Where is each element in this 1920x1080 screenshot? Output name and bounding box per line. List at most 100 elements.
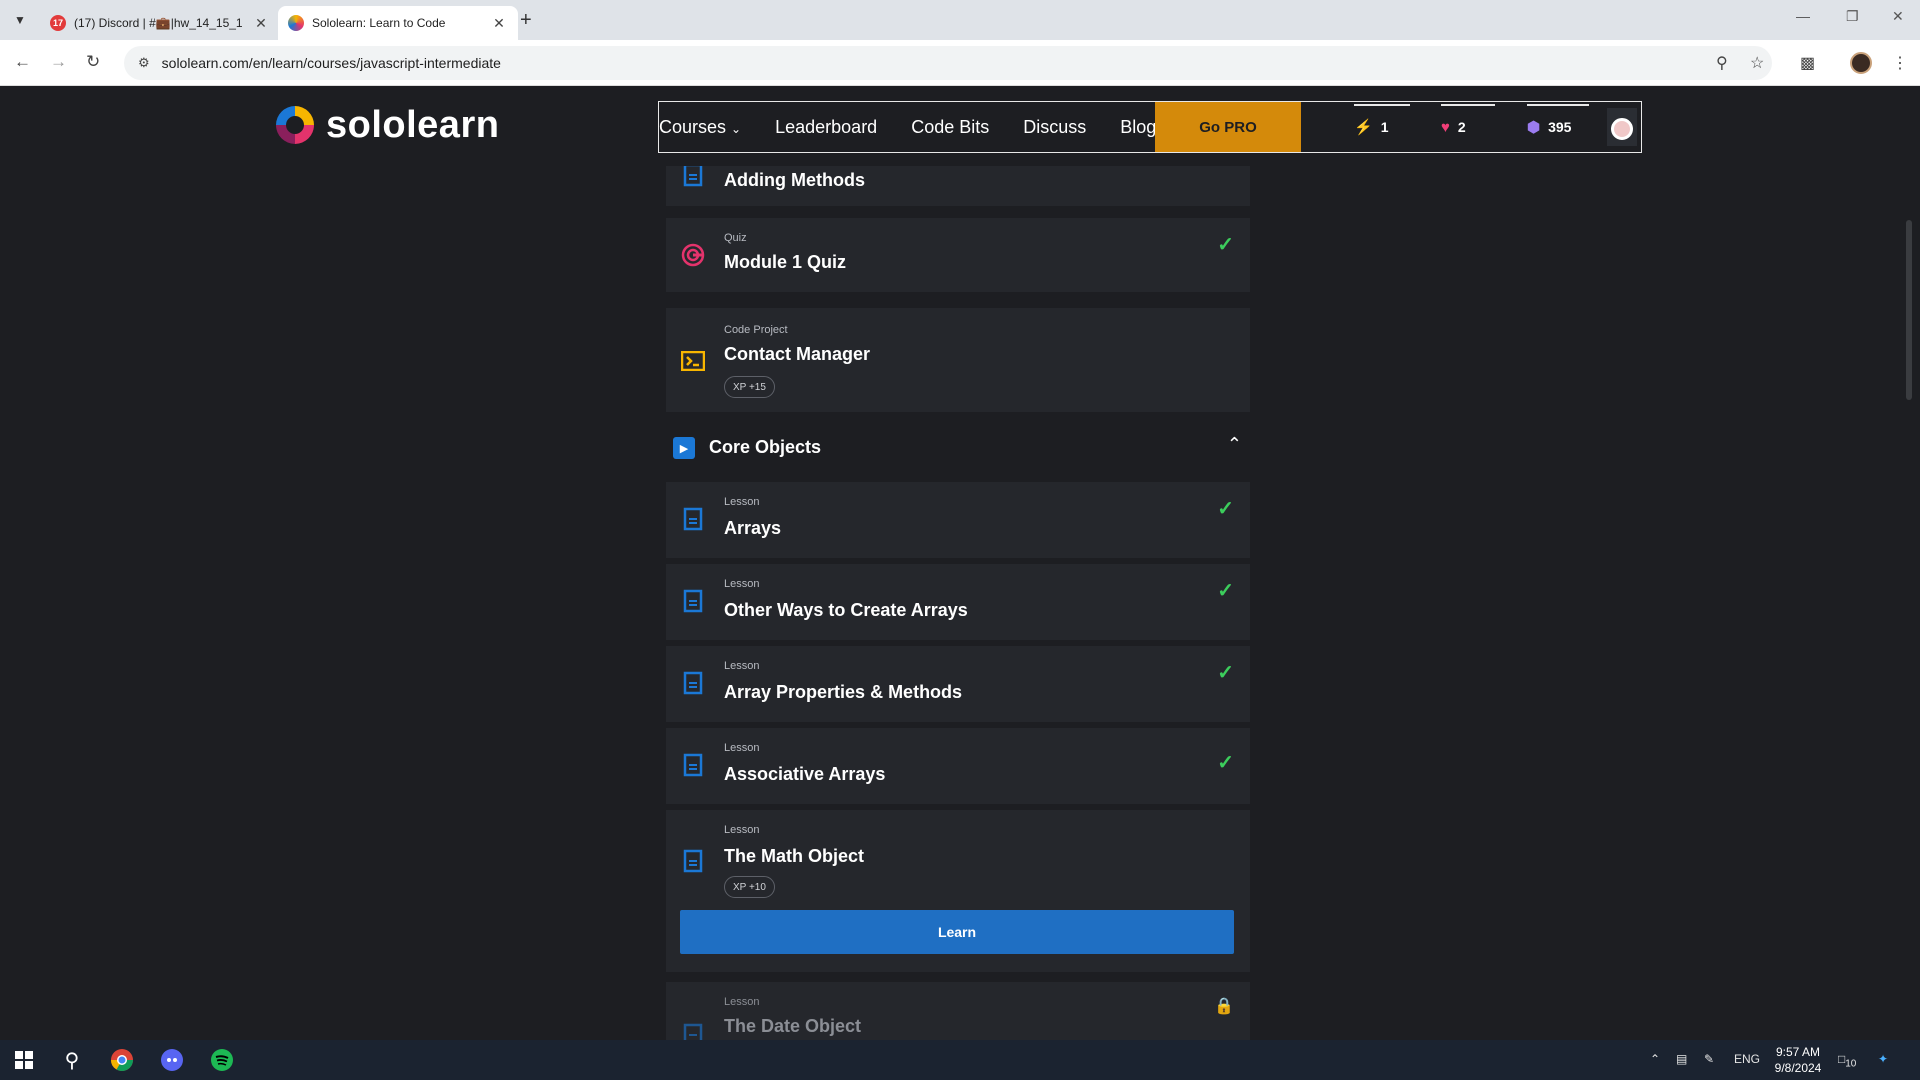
hearts-counter[interactable]: ♥ 2	[1441, 102, 1495, 152]
browser-tabstrip: ▼ 17 (17) Discord | #💼|hw_14_15_1 ✕ Solo…	[0, 0, 1920, 40]
chrome-icon[interactable]	[108, 1046, 136, 1074]
lesson-card-associative-arrays[interactable]: Lesson Associative Arrays ✓	[666, 728, 1250, 804]
completed-check-icon: ✓	[1217, 234, 1234, 256]
sololearn-logo[interactable]: sololearn	[272, 102, 499, 148]
lesson-name: The Date Object	[724, 1016, 862, 1036]
lesson-card-adding-methods[interactable]: Adding Methods	[666, 166, 1250, 206]
pen-icon[interactable]: ✎	[1704, 1052, 1714, 1066]
lesson-name: The Math Object	[724, 846, 865, 866]
url-text: sololearn.com/en/learn/courses/javascrip…	[161, 55, 501, 71]
clock[interactable]: 9:57 AM 9/8/2024	[1768, 1044, 1828, 1076]
back-arrow-icon[interactable]: ←	[14, 52, 31, 72]
search-icon[interactable]: ⚲	[58, 1046, 86, 1074]
clock-date: 9/8/2024	[1774, 1061, 1822, 1075]
restore-icon[interactable]: ❐	[1846, 8, 1859, 25]
lesson-doc-icon	[680, 848, 706, 874]
extensions-puzzle-icon[interactable]: ▩	[1800, 53, 1815, 73]
language-indicator[interactable]: ENG	[1734, 1052, 1760, 1066]
nav-discuss[interactable]: Discuss	[1023, 117, 1086, 138]
completed-check-icon: ✓	[1217, 662, 1234, 684]
lesson-card-array-properties[interactable]: Lesson Array Properties & Methods ✓	[666, 646, 1250, 722]
tray-chevron-icon[interactable]: ⌃	[1650, 1052, 1660, 1066]
gems-counter[interactable]: ⬢ 395	[1527, 102, 1589, 152]
lesson-card-date-object[interactable]: Lesson The Date Object 🔒	[666, 982, 1250, 1040]
code-project-card[interactable]: Code Project Contact Manager XP +15	[666, 308, 1250, 412]
tab-discord[interactable]: 17 (17) Discord | #💼|hw_14_15_1 ✕	[40, 6, 280, 40]
target-icon	[680, 242, 706, 268]
zoom-icon[interactable]: ⚲	[1716, 53, 1728, 73]
heart-icon: ♥	[1441, 118, 1450, 136]
menu-dots-icon[interactable]: ⋮	[1892, 53, 1908, 73]
new-tab-plus-icon[interactable]: +	[520, 9, 532, 32]
completed-check-icon: ✓	[1217, 498, 1234, 520]
forward-arrow-icon[interactable]: →	[50, 52, 67, 72]
lesson-doc-icon	[680, 752, 706, 778]
module-header-core-objects[interactable]: ▶ Core Objects ⌃	[666, 420, 1250, 476]
sololearn-logo-icon	[272, 102, 318, 148]
xp-badge: XP +10	[724, 876, 775, 898]
lesson-doc-icon	[680, 506, 706, 532]
gem-icon: ⬢	[1527, 119, 1541, 136]
lesson-card-math-object[interactable]: Lesson The Math Object XP +10 Learn	[666, 810, 1250, 972]
lesson-name: Other Ways to Create Arrays	[724, 600, 968, 620]
reload-icon[interactable]: ↻	[86, 52, 100, 72]
lock-icon: 🔒	[1214, 998, 1234, 1015]
close-tab-icon[interactable]: ✕	[252, 15, 270, 32]
streak-counter[interactable]: ⚡ 1	[1354, 102, 1410, 152]
terminal-icon	[680, 348, 706, 374]
nav-blog[interactable]: Blog	[1120, 117, 1156, 138]
module-title: Core Objects	[709, 437, 822, 457]
play-icon: ▶	[673, 437, 695, 459]
site-header: sololearn Courses ⌄ Leaderboard Code Bit…	[0, 86, 1920, 166]
lesson-name: Adding Methods	[724, 170, 865, 190]
browser-toolbar: ← → ↻ ⚙ sololearn.com/en/learn/courses/j…	[0, 40, 1920, 86]
go-pro-button[interactable]: Go PRO	[1155, 102, 1301, 152]
tab-search-chevron-icon[interactable]: ▼	[8, 8, 32, 32]
quiz-card[interactable]: Quiz Module 1 Quiz ✓	[666, 218, 1250, 292]
site-info-icon[interactable]: ⚙	[138, 55, 150, 71]
lesson-name: Array Properties & Methods	[724, 682, 963, 702]
learn-button[interactable]: Learn	[680, 910, 1234, 954]
notifications-icon[interactable]: □10	[1838, 1052, 1856, 1069]
network-icon[interactable]: ▤	[1676, 1052, 1687, 1066]
discord-favicon-icon: 17	[50, 15, 66, 31]
lesson-name: Associative Arrays	[724, 764, 886, 784]
user-avatar[interactable]	[1607, 108, 1637, 146]
lesson-doc-icon	[680, 670, 706, 696]
item-type: Lesson	[724, 496, 760, 508]
tab-title: (17) Discord | #💼|hw_14_15_1	[74, 16, 243, 30]
logo-wordmark: sololearn	[326, 103, 500, 146]
item-type: Lesson	[724, 996, 760, 1008]
profile-avatar[interactable]	[1850, 52, 1872, 74]
item-type: Lesson	[724, 578, 760, 590]
windows-start-icon[interactable]	[10, 1046, 38, 1074]
bookmark-star-icon[interactable]: ☆	[1750, 53, 1764, 73]
nav-leaderboard[interactable]: Leaderboard	[775, 117, 877, 138]
item-type: Lesson	[724, 824, 760, 836]
sololearn-favicon-icon	[288, 15, 304, 31]
spotify-icon[interactable]	[208, 1046, 236, 1074]
xp-badge: XP +15	[724, 376, 775, 398]
minimize-icon[interactable]: —	[1796, 8, 1810, 24]
close-tab-icon[interactable]: ✕	[490, 15, 508, 32]
tab-sololearn[interactable]: Sololearn: Learn to Code ✕	[278, 6, 518, 40]
lightning-icon: ⚡	[1354, 119, 1373, 136]
lesson-card-arrays[interactable]: Lesson Arrays ✓	[666, 482, 1250, 558]
nav-code-bits[interactable]: Code Bits	[911, 117, 989, 138]
lesson-doc-icon	[680, 1022, 706, 1040]
main-nav: Courses ⌄ Leaderboard Code Bits Discuss …	[658, 101, 1642, 153]
copilot-icon[interactable]: ✦	[1878, 1052, 1888, 1066]
page-scrollbar[interactable]	[1906, 220, 1912, 400]
address-bar[interactable]: ⚙ sololearn.com/en/learn/courses/javascr…	[124, 46, 1772, 80]
item-type: Code Project	[724, 324, 788, 336]
windows-taskbar: ⚲ ⌃ ▤ ✎ ENG 9:57 AM 9/8/2024 □10 ✦	[0, 1040, 1920, 1080]
nav-courses[interactable]: Courses ⌄	[659, 117, 741, 138]
lesson-doc-icon	[680, 166, 706, 188]
lesson-card-other-ways[interactable]: Lesson Other Ways to Create Arrays ✓	[666, 564, 1250, 640]
item-type: Lesson	[724, 742, 760, 754]
quiz-name: Module 1 Quiz	[724, 252, 847, 272]
chevron-up-icon[interactable]: ⌃	[1227, 434, 1242, 455]
discord-icon[interactable]	[158, 1046, 186, 1074]
lesson-name: Arrays	[724, 518, 782, 538]
window-close-icon[interactable]: ✕	[1892, 8, 1904, 25]
